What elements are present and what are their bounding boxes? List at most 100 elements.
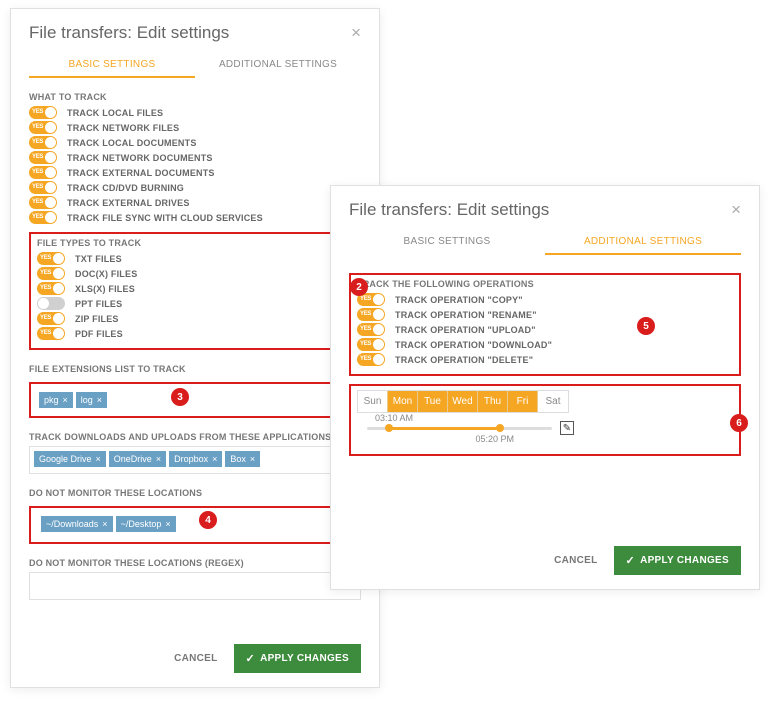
section-extensions-label: FILE EXTENSIONS LIST TO TRACK xyxy=(29,364,361,374)
toggle-yes-label: YES xyxy=(32,139,43,145)
day-cell[interactable]: Sun xyxy=(358,391,388,412)
tag-remove-icon[interactable]: × xyxy=(102,519,107,529)
toggle-row: YESTRACK EXTERNAL DOCUMENTS xyxy=(29,166,361,179)
toggle-yes-label: YES xyxy=(32,214,43,220)
toggle-switch[interactable] xyxy=(37,297,65,310)
toggle-knob xyxy=(53,268,64,279)
toggle-yes-label: YES xyxy=(40,285,51,291)
day-cell[interactable]: Fri xyxy=(508,391,538,412)
toggle-switch[interactable]: YES xyxy=(37,252,65,265)
close-icon[interactable]: × xyxy=(351,23,361,43)
apply-changes-button[interactable]: ✓ APPLY CHANGES xyxy=(234,644,361,673)
tag-remove-icon[interactable]: × xyxy=(63,395,68,405)
tab-additional-settings[interactable]: ADDITIONAL SETTINGS xyxy=(195,53,361,78)
extensions-tags-box[interactable]: pkg×log× xyxy=(35,388,355,412)
toggle-label: TRACK FILE SYNC WITH CLOUD SERVICES xyxy=(67,213,263,223)
annotation-6: 6 xyxy=(730,414,748,432)
toggle-switch[interactable]: YES xyxy=(29,121,57,134)
annotation-4: 4 xyxy=(199,511,217,529)
exclude-loc-tags-box[interactable]: ~/Downloads×~/Desktop× xyxy=(37,512,353,536)
dialog-footer: CANCEL ✓ APPLY CHANGES xyxy=(174,644,361,673)
edit-time-icon[interactable]: ✎ xyxy=(560,421,574,435)
toggle-yes-label: YES xyxy=(32,109,43,115)
toggle-row: YES TRACK OPERATION "DOWNLOAD" xyxy=(357,338,733,351)
toggle-knob xyxy=(38,298,49,309)
toggle-row: PPT FILES xyxy=(37,297,353,310)
toggle-knob xyxy=(373,294,384,305)
exclude-regex-box[interactable] xyxy=(29,572,361,600)
dialog-header: File transfers: Edit settings × xyxy=(349,200,741,220)
toggle-switch[interactable]: YES xyxy=(29,211,57,224)
tag: pkg × xyxy=(39,392,73,408)
slider-thumb-end[interactable] xyxy=(496,424,504,432)
tag-remove-icon[interactable]: × xyxy=(165,519,170,529)
tab-additional-settings[interactable]: ADDITIONAL SETTINGS xyxy=(545,230,741,255)
close-icon[interactable]: × xyxy=(731,200,741,220)
toggle-label: TRACK OPERATION "RENAME" xyxy=(395,310,537,320)
toggle-switch[interactable]: YES xyxy=(29,106,57,119)
dialog-file-transfers-basic: File transfers: Edit settings × BASIC SE… xyxy=(10,8,380,688)
tag-remove-icon[interactable]: × xyxy=(97,395,102,405)
slider-track[interactable] xyxy=(367,427,552,430)
toggle-knob xyxy=(45,152,56,163)
toggle-switch[interactable]: YES xyxy=(29,151,57,164)
day-cell[interactable]: Wed xyxy=(448,391,478,412)
day-cell[interactable]: Mon xyxy=(388,391,418,412)
toggle-switch[interactable]: YES xyxy=(29,166,57,179)
toggle-switch[interactable]: YES xyxy=(357,323,385,336)
toggle-label: TRACK OPERATION "DOWNLOAD" xyxy=(395,340,552,350)
toggle-label: TRACK OPERATION "UPLOAD" xyxy=(395,325,536,335)
toggle-switch[interactable]: YES xyxy=(37,282,65,295)
section-schedule-frame: SunMonTueWedThuFriSat 03:10 AM 05:20 PM … xyxy=(349,384,741,456)
toggle-knob xyxy=(53,313,64,324)
toggle-switch[interactable]: YES xyxy=(29,181,57,194)
toggle-knob xyxy=(45,122,56,133)
toggle-switch[interactable]: YES xyxy=(29,136,57,149)
tag: Box× xyxy=(225,451,260,467)
toggle-label: XLS(X) FILES xyxy=(75,284,135,294)
toggle-row: YES TRACK OPERATION "RENAME" xyxy=(357,308,733,321)
toggle-yes-label: YES xyxy=(360,326,371,332)
toggle-yes-label: YES xyxy=(32,184,43,190)
day-cell[interactable]: Sat xyxy=(538,391,568,412)
toggle-label: TRACK LOCAL DOCUMENTS xyxy=(67,138,197,148)
cloud-apps-tags-box[interactable]: Google Drive×OneDrive×Dropbox×Box× xyxy=(29,446,361,474)
toggle-switch[interactable]: YES xyxy=(357,338,385,351)
check-icon: ✓ xyxy=(626,554,636,567)
toggle-label: TRACK OPERATION "DELETE" xyxy=(395,355,533,365)
tab-basic-settings[interactable]: BASIC SETTINGS xyxy=(349,230,545,255)
toggle-switch[interactable]: YES xyxy=(37,327,65,340)
tab-basic-settings[interactable]: BASIC SETTINGS xyxy=(29,53,195,78)
tag-remove-icon[interactable]: × xyxy=(212,454,217,464)
toggle-switch[interactable]: YES xyxy=(37,312,65,325)
toggle-yes-label: YES xyxy=(40,270,51,276)
tag-remove-icon[interactable]: × xyxy=(96,454,101,464)
toggle-label: TRACK LOCAL FILES xyxy=(67,108,163,118)
day-cell[interactable]: Thu xyxy=(478,391,508,412)
toggle-knob xyxy=(45,212,56,223)
section-exclude-regex-label: DO NOT MONITOR THESE LOCATIONS (REGEX) xyxy=(29,558,361,568)
apply-changes-label: APPLY CHANGES xyxy=(640,555,729,566)
tag: Google Drive× xyxy=(34,451,106,467)
toggle-switch[interactable]: YES xyxy=(357,353,385,366)
cancel-button[interactable]: CANCEL xyxy=(554,555,597,566)
day-cell[interactable]: Tue xyxy=(418,391,448,412)
days-picker: SunMonTueWedThuFriSat xyxy=(357,390,569,413)
tag: Dropbox× xyxy=(169,451,222,467)
apply-changes-button[interactable]: ✓ APPLY CHANGES xyxy=(614,546,741,575)
slider-thumb-start[interactable] xyxy=(385,424,393,432)
toggle-row: YESTRACK CD/DVD BURNING xyxy=(29,181,361,194)
tag-remove-icon[interactable]: × xyxy=(156,454,161,464)
toggle-row: YES TRACK OPERATION "UPLOAD" xyxy=(357,323,733,336)
toggle-label: PDF FILES xyxy=(75,329,123,339)
section-operations-frame: TRACK THE FOLLOWING OPERATIONS YESTRACK … xyxy=(349,273,741,376)
toggle-switch[interactable]: YES xyxy=(29,196,57,209)
tag-remove-icon[interactable]: × xyxy=(250,454,255,464)
tag-label: pkg xyxy=(44,395,59,405)
toggle-label: TRACK EXTERNAL DRIVES xyxy=(67,198,190,208)
toggle-switch[interactable]: YES xyxy=(37,267,65,280)
toggle-yes-label: YES xyxy=(32,124,43,130)
time-range-slider: 03:10 AM 05:20 PM ✎ xyxy=(367,427,552,430)
cancel-button[interactable]: CANCEL xyxy=(174,653,217,664)
toggle-switch[interactable]: YES xyxy=(357,308,385,321)
